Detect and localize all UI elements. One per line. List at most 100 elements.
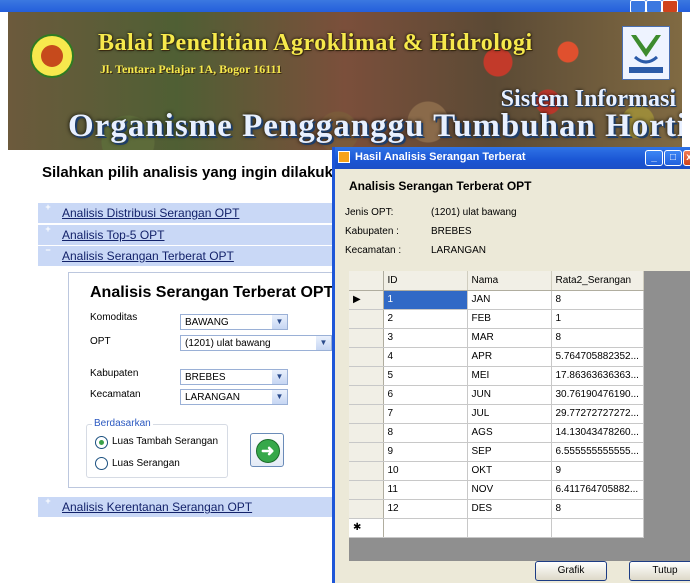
minimize-icon[interactable]: _ (645, 150, 663, 166)
cell-id[interactable]: 9 (383, 442, 468, 462)
maximize-icon[interactable]: □ (664, 150, 682, 166)
column-header-nama[interactable]: Nama (467, 271, 552, 291)
new-row-cell[interactable] (467, 518, 552, 538)
section-link-top5[interactable]: Analisis Top-5 OPT (62, 228, 165, 242)
row-header[interactable] (349, 385, 384, 405)
opt-select[interactable]: (1201) ulat bawang ▼ (180, 335, 332, 351)
cell-nama[interactable]: AGS (467, 423, 552, 443)
grafik-button[interactable]: Grafik (535, 561, 607, 581)
collapse-icon[interactable]: − (44, 246, 52, 255)
main-window-titlebar (0, 0, 690, 12)
row-header[interactable] (349, 461, 384, 481)
table-row[interactable]: 11 NOV 6.411764705882... (349, 480, 644, 500)
table-row[interactable]: ▶ 1 JAN 8 (349, 290, 644, 310)
cell-rata2[interactable]: 30.76190476190... (551, 385, 644, 405)
maximize-icon[interactable] (646, 0, 662, 12)
cell-nama[interactable]: JUL (467, 404, 552, 424)
column-header-rata2[interactable]: Rata2_Serangan (551, 271, 644, 291)
section-link-distribusi[interactable]: Analisis Distribusi Serangan OPT (62, 206, 239, 220)
current-row-marker-icon[interactable]: ▶ (349, 290, 384, 310)
cell-nama[interactable]: MAR (467, 328, 552, 348)
table-row[interactable]: 6 JUN 30.76190476190... (349, 385, 644, 405)
table-row[interactable]: 10 OKT 9 (349, 461, 644, 481)
row-header[interactable] (349, 328, 384, 348)
expand-icon[interactable]: + (44, 497, 52, 506)
radio-luas-serangan[interactable] (95, 457, 108, 470)
minimize-icon[interactable] (630, 0, 646, 12)
cell-rata2[interactable]: 1 (551, 309, 644, 329)
cell-nama[interactable]: APR (467, 347, 552, 367)
close-icon[interactable] (662, 0, 678, 12)
cell-nama[interactable]: JUN (467, 385, 552, 405)
cell-rata2[interactable]: 14.13043478260... (551, 423, 644, 443)
section-link-kerentanan[interactable]: Analisis Kerentanan Serangan OPT (62, 500, 252, 514)
cell-nama[interactable]: OKT (467, 461, 552, 481)
new-row-cell[interactable] (383, 518, 468, 538)
chevron-down-icon[interactable]: ▼ (316, 336, 331, 350)
dialog-titlebar[interactable]: Hasil Analisis Serangan Terberat _ □ x (335, 147, 690, 169)
cell-id[interactable]: 12 (383, 499, 468, 519)
cell-rata2[interactable]: 5.764705882352... (551, 347, 644, 367)
cell-id[interactable]: 3 (383, 328, 468, 348)
header-banner: Balai Penelitian Agroklimat & Hidrologi … (8, 12, 682, 150)
kabupaten-select[interactable]: BREBES ▼ (180, 369, 288, 385)
cell-nama[interactable]: MEI (467, 366, 552, 386)
cell-id[interactable]: 8 (383, 423, 468, 443)
table-row[interactable]: 7 JUL 29.77272727272... (349, 404, 644, 424)
cell-id[interactable]: 5 (383, 366, 468, 386)
kecamatan-select[interactable]: LARANGAN ▼ (180, 389, 288, 405)
cell-rata2[interactable]: 8 (551, 499, 644, 519)
row-header[interactable] (349, 309, 384, 329)
expand-icon[interactable]: + (44, 203, 52, 212)
new-row[interactable]: ✱ (349, 518, 644, 538)
tutup-button[interactable]: Tutup (629, 561, 690, 581)
cell-id[interactable]: 11 (383, 480, 468, 500)
cell-rata2[interactable]: 8 (551, 328, 644, 348)
cell-rata2[interactable]: 8 (551, 290, 644, 310)
table-row[interactable]: 5 MEI 17.86363636363... (349, 366, 644, 386)
radio-luas-tambah-serangan[interactable] (95, 436, 108, 449)
chevron-down-icon[interactable]: ▼ (272, 370, 287, 384)
cell-nama[interactable]: DES (467, 499, 552, 519)
row-header[interactable] (349, 499, 384, 519)
cell-id[interactable]: 1 (383, 290, 468, 310)
cell-rata2[interactable]: 9 (551, 461, 644, 481)
cell-rata2[interactable]: 17.86363636363... (551, 366, 644, 386)
close-icon[interactable]: x (683, 150, 690, 166)
cell-nama[interactable]: JAN (467, 290, 552, 310)
komoditas-label: Komoditas (90, 312, 138, 323)
cell-rata2[interactable]: 29.77272727272... (551, 404, 644, 424)
table-row[interactable]: 3 MAR 8 (349, 328, 644, 348)
table-row[interactable]: 8 AGS 14.13043478260... (349, 423, 644, 443)
cell-id[interactable]: 10 (383, 461, 468, 481)
berdasarkan-groupbox (86, 424, 228, 478)
cell-id[interactable]: 2 (383, 309, 468, 329)
table-row[interactable]: 4 APR 5.764705882352... (349, 347, 644, 367)
process-button[interactable] (250, 433, 284, 467)
cell-rata2[interactable]: 6.555555555555... (551, 442, 644, 462)
table-row[interactable]: 12 DES 8 (349, 499, 644, 519)
cell-id[interactable]: 7 (383, 404, 468, 424)
row-header[interactable] (349, 404, 384, 424)
expand-icon[interactable]: + (44, 225, 52, 234)
table-row[interactable]: 9 SEP 6.555555555555... (349, 442, 644, 462)
komoditas-select[interactable]: BAWANG ▼ (180, 314, 288, 330)
cell-rata2[interactable]: 6.411764705882... (551, 480, 644, 500)
row-header[interactable] (349, 423, 384, 443)
cell-id[interactable]: 6 (383, 385, 468, 405)
row-header[interactable] (349, 366, 384, 386)
cell-nama[interactable]: FEB (467, 309, 552, 329)
cell-id[interactable]: 4 (383, 347, 468, 367)
cell-nama[interactable]: SEP (467, 442, 552, 462)
row-header[interactable] (349, 480, 384, 500)
results-datagrid[interactable]: ID Nama Rata2_Serangan ▶ 1 JAN 8 2 FEB 1 3 MAR 8 4… (349, 271, 690, 561)
new-row-cell[interactable] (551, 518, 644, 538)
chevron-down-icon[interactable]: ▼ (272, 315, 287, 329)
table-row[interactable]: 2 FEB 1 (349, 309, 644, 329)
chevron-down-icon[interactable]: ▼ (272, 390, 287, 404)
row-header[interactable] (349, 442, 384, 462)
cell-nama[interactable]: NOV (467, 480, 552, 500)
section-link-serangan-terberat[interactable]: Analisis Serangan Terberat OPT (62, 249, 234, 263)
column-header-id[interactable]: ID (383, 271, 468, 291)
row-header[interactable] (349, 347, 384, 367)
